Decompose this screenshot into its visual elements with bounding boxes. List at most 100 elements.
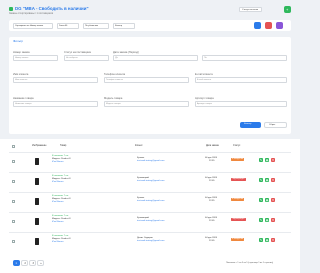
product-sku-placeholder: Артикул товара bbox=[197, 103, 212, 105]
order-time: 22:05 bbox=[209, 240, 215, 242]
view-icon[interactable]: ◉ bbox=[265, 217, 269, 222]
status-badge: В ожидании bbox=[231, 158, 245, 162]
delete-icon[interactable]: ✕ bbox=[271, 197, 275, 202]
client-email[interactable]: test.mail.testing@gmail.com bbox=[137, 220, 164, 223]
page-2[interactable]: 2 bbox=[21, 260, 28, 266]
client-email[interactable]: test.mail.testing@gmail.com bbox=[137, 240, 164, 243]
filter-panel: Фильтр Номер заказа Номер заказа Статус … bbox=[9, 37, 291, 134]
table-row[interactable]: В наличии: 7 шт. Модель: Product 8 iPad … bbox=[9, 192, 291, 212]
status-badge: Подтверждён bbox=[231, 218, 246, 222]
product-name[interactable]: iPad Stereo bbox=[52, 181, 63, 184]
pagination-summary: Показано с 1 по 5 из 5 (страница 1 из 1 … bbox=[226, 261, 273, 264]
product-name-input[interactable]: Название товара bbox=[13, 101, 98, 107]
filter-toggle-label: Фильтр bbox=[115, 24, 122, 27]
order-select-label: Заказ 46 bbox=[59, 24, 68, 27]
page-next-label: » bbox=[40, 262, 42, 266]
edit-icon[interactable]: ✎ bbox=[259, 237, 263, 242]
filter-toggle[interactable]: Фильтр bbox=[113, 22, 135, 29]
product-name[interactable]: iPad Stereo bbox=[52, 241, 63, 244]
supplier-status-placeholder: Не выбрано bbox=[66, 57, 78, 59]
product-model-input[interactable]: Модель товара bbox=[104, 101, 189, 107]
page-3[interactable]: 3 bbox=[29, 260, 36, 266]
direction-select[interactable]: По убыванию bbox=[83, 22, 109, 29]
delete-icon[interactable]: ✕ bbox=[271, 177, 275, 182]
edit-icon[interactable]: ✎ bbox=[259, 217, 263, 222]
product-name-label: Название товара bbox=[13, 97, 34, 100]
view-icon[interactable]: ◉ bbox=[265, 157, 269, 162]
page-1-label: 1 bbox=[15, 261, 17, 265]
product-model-placeholder: Модель товара bbox=[106, 103, 121, 105]
view-icon[interactable]: ◉ bbox=[265, 197, 269, 202]
add-button[interactable]: + bbox=[284, 6, 291, 13]
product-name[interactable]: iPad Stereo bbox=[52, 161, 63, 164]
product-name[interactable]: iPad Stereo bbox=[52, 201, 63, 204]
reset-filter-button[interactable]: Сброс bbox=[264, 122, 287, 128]
reset-filter-label: Сброс bbox=[269, 124, 276, 127]
order-number-label: Номер заказа bbox=[13, 51, 30, 54]
row-checkbox[interactable] bbox=[12, 160, 15, 163]
action-button-purple[interactable] bbox=[276, 22, 283, 29]
apply-filter-button[interactable]: Фильтр bbox=[240, 122, 261, 128]
product-name[interactable]: iPad Stereo bbox=[52, 221, 63, 224]
sort-select[interactable]: Сортировка по Номер заказа bbox=[13, 22, 53, 29]
sort-select-label: Сортировка по Номер заказа bbox=[15, 24, 44, 27]
direction-select-label: По убыванию bbox=[85, 24, 99, 27]
action-button-red[interactable] bbox=[265, 22, 272, 29]
client-email-placeholder: E-mail клиента bbox=[197, 79, 212, 81]
view-icon[interactable]: ◉ bbox=[265, 237, 269, 242]
status-badge: В ожидании bbox=[231, 238, 245, 242]
client-email[interactable]: test.mail.testing@gmail.com bbox=[137, 160, 164, 163]
status-dropdown[interactable]: Статус на ветке bbox=[239, 7, 262, 12]
client-phone-placeholder: Телефон клиента bbox=[106, 79, 123, 81]
page-next[interactable]: » bbox=[37, 260, 44, 266]
client-email[interactable]: test.mail.testing@gmail.com bbox=[137, 180, 164, 183]
product-thumbnail bbox=[35, 238, 39, 245]
filter-title: Фильтр bbox=[13, 39, 24, 43]
table-row[interactable]: В наличии: 7 шт. Модель: Product 8 iPad … bbox=[9, 232, 291, 252]
row-checkbox[interactable] bbox=[12, 200, 15, 203]
product-sku-input[interactable]: Артикул товара bbox=[195, 101, 287, 107]
row-checkbox[interactable] bbox=[12, 240, 15, 243]
row-checkbox[interactable] bbox=[12, 220, 15, 223]
date-from-input[interactable]: Д/с bbox=[113, 55, 198, 61]
order-select[interactable]: Заказ 46 bbox=[57, 22, 79, 29]
row-checkbox[interactable] bbox=[12, 180, 15, 183]
product-thumbnail bbox=[35, 198, 39, 205]
delete-icon[interactable]: ✕ bbox=[271, 237, 275, 242]
edit-icon[interactable]: ✎ bbox=[259, 197, 263, 202]
select-all-checkbox[interactable] bbox=[12, 145, 15, 148]
page-title-icon bbox=[9, 7, 13, 11]
date-to-input[interactable]: По bbox=[202, 55, 287, 61]
supplier-status-label: Статус на поставщика bbox=[64, 51, 91, 54]
page-1[interactable]: 1 bbox=[13, 260, 20, 266]
client-name-label: Имя клиента bbox=[13, 73, 29, 76]
status-dropdown-label: Статус на ветке bbox=[242, 9, 259, 11]
client-name-input[interactable]: Имя клиента bbox=[13, 77, 98, 83]
product-model-label: Модель товара bbox=[104, 97, 123, 100]
order-number-input[interactable]: Номер заказа bbox=[13, 55, 58, 61]
product-thumbnail bbox=[35, 218, 39, 225]
table-row[interactable]: В наличии: 7 шт. Модель: Product 8 iPad … bbox=[9, 172, 291, 192]
apply-filter-label: Фильтр bbox=[244, 123, 252, 126]
delete-icon[interactable]: ✕ bbox=[271, 217, 275, 222]
edit-icon[interactable]: ✎ bbox=[259, 177, 263, 182]
view-icon[interactable]: ◉ bbox=[265, 177, 269, 182]
supplier-status-select[interactable]: Не выбрано bbox=[64, 55, 109, 61]
delete-icon[interactable]: ✕ bbox=[271, 157, 275, 162]
date-from-placeholder: Д/с bbox=[115, 57, 119, 59]
col-status: Статус bbox=[233, 145, 241, 147]
status-badge: Подтверждён bbox=[231, 178, 246, 182]
toolbar: Сортировка по Номер заказа Заказ 46 По у… bbox=[9, 20, 291, 31]
page-3-label: 3 bbox=[32, 262, 34, 266]
edit-icon[interactable]: ✎ bbox=[259, 157, 263, 162]
table-row[interactable]: В наличии: 7 шт. Модель: Product 8 iPad … bbox=[9, 212, 291, 232]
order-number-placeholder: Номер заказа bbox=[15, 57, 29, 59]
date-to-placeholder: По bbox=[204, 57, 207, 59]
client-email-input[interactable]: E-mail клиента bbox=[195, 77, 287, 83]
action-button-blue[interactable] bbox=[254, 22, 261, 29]
client-phone-input[interactable]: Телефон клиента bbox=[104, 77, 189, 83]
status-badge: В ожидании bbox=[231, 198, 245, 202]
table-row[interactable]: В наличии: 7 шт. Модель: Product 8 iPad … bbox=[9, 152, 291, 172]
order-time: 22:35 bbox=[209, 200, 215, 202]
client-email[interactable]: test.mail.testing@gmail.com bbox=[137, 200, 164, 203]
